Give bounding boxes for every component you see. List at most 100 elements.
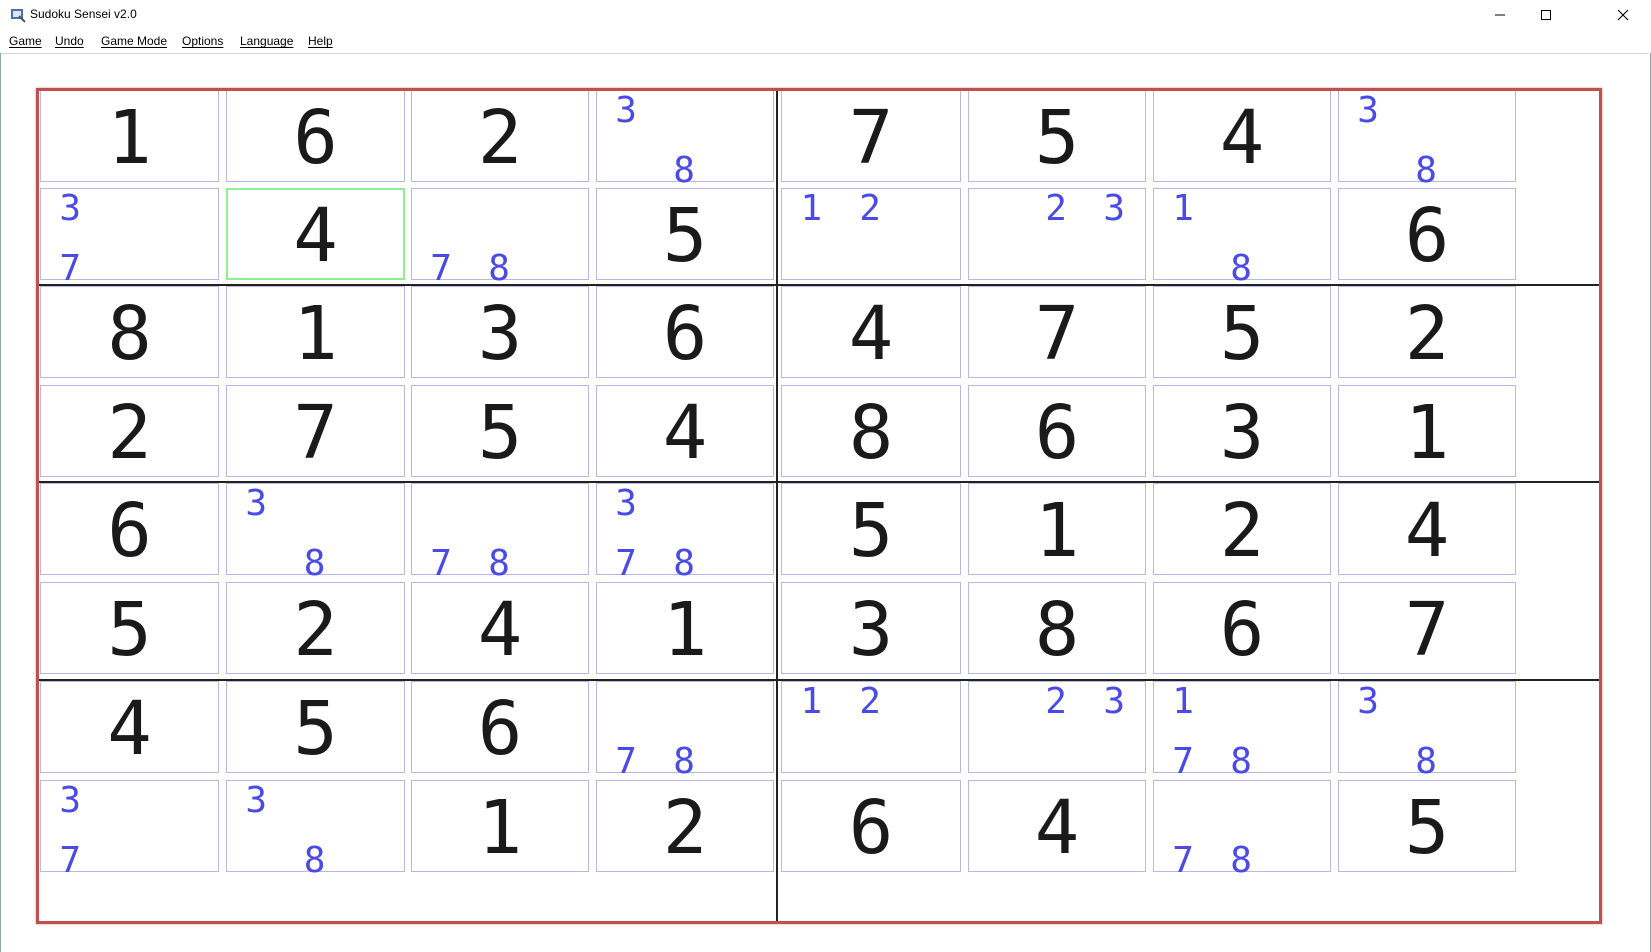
menu-bar: Game Undo Game Mode Options Language Hel… [0,30,1651,52]
menu-game-mode[interactable]: Game Mode [101,34,167,48]
menu-options[interactable]: Options [182,34,223,48]
window-title: Sudoku Sensei v2.0 [30,7,137,21]
sudoku-cell-r2-c6[interactable]: 5 [1153,286,1331,378]
sudoku-cell-r7-c4[interactable]: 6 [781,780,961,872]
sudoku-cell-r7-c7[interactable]: 5 [1338,780,1516,872]
sudoku-cell-r0-c0[interactable]: 1 [40,90,219,182]
pencil-mark: 1 [800,188,823,229]
close-button[interactable] [1600,0,1646,30]
sudoku-cell-r6-c2[interactable]: 6 [411,681,589,773]
sudoku-cell-r4-c2[interactable]: 78 [411,483,589,582]
sudoku-cell-r6-c4[interactable]: 12 [781,681,961,773]
sudoku-cell-r4-c6[interactable]: 2 [1153,483,1331,575]
cell-value: 4 [1219,95,1265,181]
sudoku-cell-r5-c4[interactable]: 3 [781,582,961,674]
pencil-mark-row: 3 [41,783,218,819]
cell-value: 4 [107,686,152,772]
sudoku-cell-r0-c2[interactable]: 2 [411,90,589,182]
sudoku-cell-r7-c0[interactable]: 37 [40,780,219,879]
cell-value: 6 [1034,390,1080,476]
sudoku-cell-r7-c2[interactable]: 1 [411,780,589,872]
minimize-button[interactable] [1477,0,1523,30]
sudoku-cell-r2-c5[interactable]: 7 [968,286,1146,378]
sudoku-cell-r5-c6[interactable]: 6 [1153,582,1331,674]
sudoku-cell-r7-c5[interactable]: 4 [968,780,1146,872]
pencil-mark-row [782,716,960,748]
sudoku-cell-r3-c0[interactable]: 2 [40,385,219,477]
sudoku-cell-r3-c4[interactable]: 8 [781,385,961,477]
sudoku-cell-r2-c3[interactable]: 6 [596,286,774,378]
menu-language[interactable]: Language [240,34,293,48]
pencil-mark-row [782,746,960,778]
cell-value: 6 [662,291,708,377]
pencil-mark-row [782,223,960,255]
sudoku-cell-r1-c1[interactable]: 4 [226,188,405,280]
sudoku-cell-r5-c3[interactable]: 1 [596,582,774,674]
sudoku-cell-r4-c5[interactable]: 1 [968,483,1146,575]
sudoku-cell-r3-c1[interactable]: 7 [226,385,405,477]
menu-game[interactable]: Game [9,34,42,48]
box-divider-horizontal-1 [36,284,1602,286]
cell-value: 3 [848,587,894,673]
sudoku-cell-r1-c3[interactable]: 5 [596,188,774,280]
sudoku-cell-r0-c5[interactable]: 5 [968,90,1146,182]
sudoku-cell-r1-c5[interactable]: 23 [968,188,1146,280]
cell-value: 1 [293,291,338,377]
sudoku-cell-r0-c3[interactable]: 38 [596,90,774,189]
sudoku-cell-r4-c3[interactable]: 3 78 [596,483,774,582]
sudoku-cell-r5-c5[interactable]: 8 [968,582,1146,674]
maximize-button[interactable] [1523,0,1569,30]
sudoku-cell-r7-c1[interactable]: 38 [226,780,405,879]
sudoku-cell-r0-c4[interactable]: 7 [781,90,961,182]
sudoku-cell-r7-c6[interactable]: 78 [1153,780,1331,879]
cell-value: 5 [662,193,708,279]
sudoku-cell-r3-c3[interactable]: 4 [596,385,774,477]
cell-value: 1 [1034,488,1080,574]
sudoku-cell-r1-c6[interactable]: 18 [1153,188,1331,287]
sudoku-cell-r6-c1[interactable]: 5 [226,681,405,773]
box-divider-horizontal-3 [36,679,1602,681]
pencil-mark: 2 [859,188,881,229]
sudoku-cell-r2-c4[interactable]: 4 [781,286,961,378]
sudoku-cell-r1-c7[interactable]: 6 [1338,188,1516,280]
pencil-mark-row: 8 [227,843,404,879]
sudoku-cell-r1-c2[interactable]: 78 [411,188,589,287]
sudoku-cell-r0-c1[interactable]: 6 [226,90,405,182]
sudoku-cell-r4-c7[interactable]: 4 [1338,483,1516,575]
sudoku-cell-r2-c2[interactable]: 3 [411,286,589,378]
sudoku-cell-r2-c1[interactable]: 1 [226,286,405,378]
sudoku-cell-r5-c7[interactable]: 7 [1338,582,1516,674]
pencil-mark-row: 78 [1154,843,1330,879]
pencil-mark: 1 [1172,681,1194,722]
sudoku-cell-r5-c0[interactable]: 5 [40,582,219,674]
sudoku-cell-r4-c1[interactable]: 38 [226,483,405,582]
sudoku-cell-r4-c4[interactable]: 5 [781,483,961,575]
sudoku-cell-r3-c6[interactable]: 3 [1153,385,1331,477]
menu-help[interactable]: Help [308,34,333,48]
sudoku-cell-r7-c3[interactable]: 2 [596,780,774,872]
pencil-mark-row: 8 [1339,744,1515,780]
sudoku-cell-r2-c0[interactable]: 8 [40,286,219,378]
sudoku-cell-r6-c7[interactable]: 38 [1338,681,1516,780]
sudoku-cell-r6-c6[interactable]: 1 78 [1153,681,1331,780]
menu-undo[interactable]: Undo [55,34,84,48]
sudoku-cell-r5-c1[interactable]: 2 [226,582,405,674]
sudoku-cell-r5-c2[interactable]: 4 [411,582,589,674]
cell-value: 2 [477,95,523,181]
sudoku-cell-r0-c6[interactable]: 4 [1153,90,1331,182]
sudoku-cell-r3-c5[interactable]: 6 [968,385,1146,477]
cell-value: 5 [293,686,338,772]
sudoku-cell-r1-c0[interactable]: 37 [40,188,219,287]
sudoku-cell-r4-c0[interactable]: 6 [40,483,219,575]
sudoku-cell-r0-c7[interactable]: 38 [1338,90,1516,189]
cell-value: 1 [662,587,708,673]
sudoku-cell-r6-c5[interactable]: 23 [968,681,1146,773]
pencil-mark-row [969,253,1145,285]
sudoku-cell-r3-c2[interactable]: 5 [411,385,589,477]
cell-value: 4 [477,587,523,673]
sudoku-cell-r6-c0[interactable]: 4 [40,681,219,773]
sudoku-cell-r3-c7[interactable]: 1 [1338,385,1516,477]
sudoku-cell-r6-c3[interactable]: 78 [596,681,774,780]
sudoku-cell-r1-c4[interactable]: 12 [781,188,961,280]
sudoku-cell-r2-c7[interactable]: 2 [1338,286,1516,378]
